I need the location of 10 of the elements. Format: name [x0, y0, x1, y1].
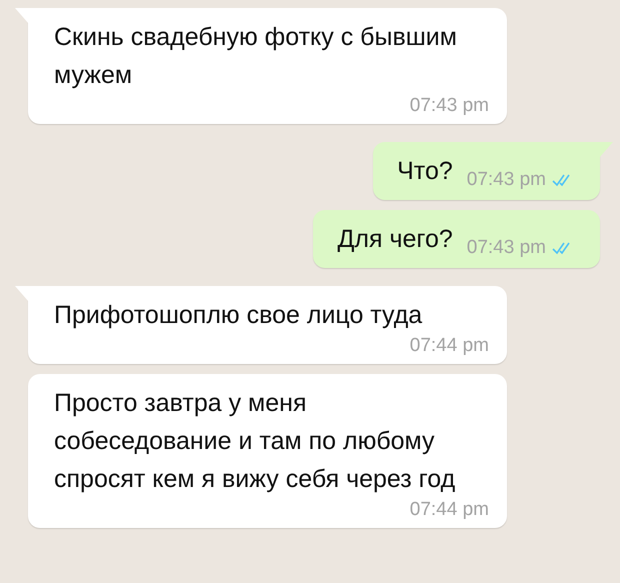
message-time: 07:44 pm	[410, 334, 489, 358]
message-time: 07:43 pm	[410, 94, 489, 118]
message-time: 07:43 pm	[466, 236, 546, 260]
message-text: Для чего?	[337, 224, 453, 255]
message-time: 07:44 pm	[410, 498, 489, 522]
message-text: Скинь свадебную фотку с бывшим мужем	[54, 22, 458, 91]
message-text: Что?	[397, 156, 453, 187]
message-time: 07:43 pm	[466, 168, 546, 192]
message-text: Просто завтра у меня собеседование и там по любому спросят кем я вижу себя через год	[54, 388, 456, 495]
message-text: Прифотошоплю свое лицо туда	[54, 300, 424, 331]
